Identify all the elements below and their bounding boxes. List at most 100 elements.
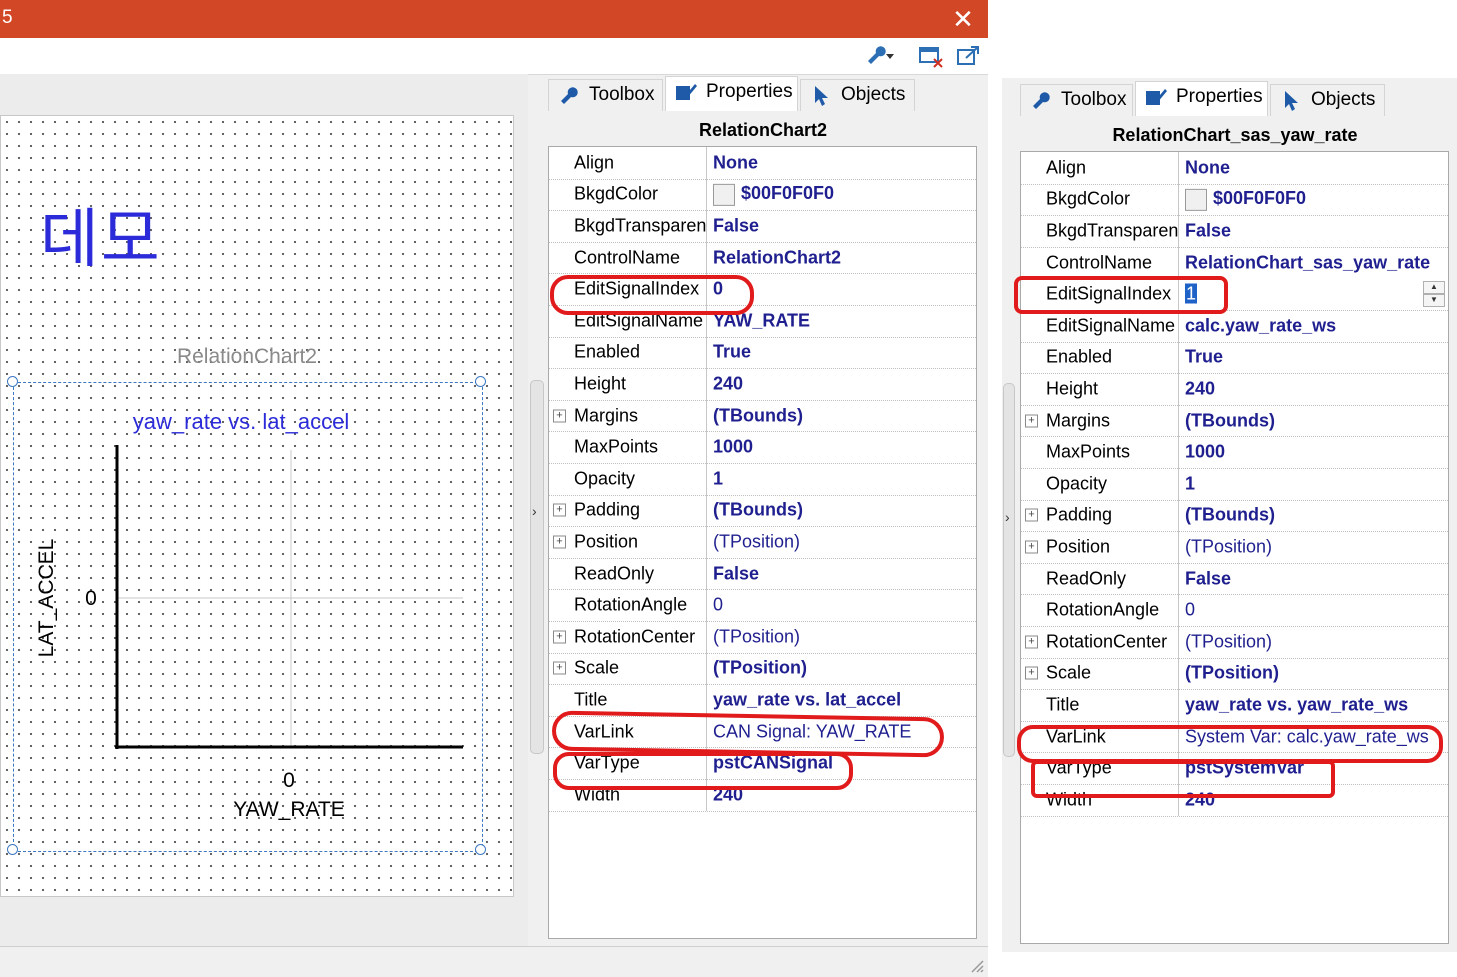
property-row-title[interactable]: Title yaw_rate vs. yaw_rate_ws bbox=[1021, 689, 1448, 722]
property-value-text: True bbox=[713, 341, 752, 362]
property-row-readonly[interactable]: ReadOnly False bbox=[549, 557, 976, 591]
panel-splitter[interactable]: › bbox=[530, 380, 544, 754]
property-row-scale[interactable]: + Scale (TPosition) bbox=[1021, 657, 1448, 691]
expand-icon[interactable]: + bbox=[553, 503, 566, 517]
property-row-editsignalname[interactable]: EditSignalName calc.yaw_rate_ws bbox=[1021, 310, 1448, 343]
property-value[interactable]: 1000 bbox=[707, 431, 976, 463]
property-value[interactable]: 240 bbox=[707, 368, 976, 400]
property-value[interactable]: 240 bbox=[1179, 373, 1448, 405]
property-value[interactable]: (TPosition) bbox=[1179, 626, 1448, 658]
property-value[interactable]: (TBounds) bbox=[707, 400, 976, 432]
expand-icon[interactable]: + bbox=[553, 661, 566, 675]
property-row-margins[interactable]: + Margins (TBounds) bbox=[1021, 404, 1448, 438]
property-value[interactable]: RelationChart_sas_yaw_rate bbox=[1179, 247, 1448, 279]
property-row-rotationcenter[interactable]: + RotationCenter (TPosition) bbox=[549, 621, 976, 654]
tab-properties[interactable]: Properties bbox=[665, 76, 798, 111]
property-value[interactable]: 0 bbox=[1179, 594, 1448, 626]
property-value[interactable]: (TPosition) bbox=[1179, 658, 1448, 690]
tab-label: Objects bbox=[1311, 89, 1376, 110]
property-row-align[interactable]: Align None bbox=[549, 147, 976, 180]
property-row-padding[interactable]: + Padding (TBounds) bbox=[549, 494, 976, 528]
property-row-scale[interactable]: + Scale (TPosition) bbox=[549, 652, 976, 686]
property-value[interactable]: False bbox=[707, 558, 976, 590]
property-value[interactable]: calc.yaw_rate_ws bbox=[1179, 310, 1448, 342]
expand-icon[interactable]: + bbox=[553, 535, 566, 549]
property-row-bkgdtransparent[interactable]: BkgdTransparent False bbox=[1021, 215, 1448, 248]
property-value[interactable]: True bbox=[1179, 342, 1448, 374]
property-value[interactable]: (TBounds) bbox=[707, 495, 976, 527]
property-value[interactable]: (TBounds) bbox=[1179, 405, 1448, 437]
property-row-controlname[interactable]: ControlName RelationChart_sas_yaw_rate bbox=[1021, 246, 1448, 280]
panel-splitter[interactable]: › bbox=[1003, 383, 1015, 757]
property-row-rotationangle[interactable]: RotationAngle 0 bbox=[549, 589, 976, 622]
property-value[interactable]: True bbox=[707, 337, 976, 369]
tab-properties[interactable]: Properties bbox=[1135, 81, 1268, 116]
property-value[interactable]: 0 bbox=[707, 589, 976, 621]
tab-toolbox[interactable]: Toolbox bbox=[548, 79, 663, 111]
expand-icon[interactable]: + bbox=[1025, 508, 1038, 522]
property-row-bkgdtransparent[interactable]: BkgdTransparent False bbox=[549, 210, 976, 243]
property-value[interactable]: $00F0F0F0 bbox=[707, 179, 976, 211]
tab-toolbox[interactable]: Toolbox bbox=[1020, 84, 1133, 116]
property-value-text: 0 bbox=[1185, 599, 1196, 620]
property-value[interactable]: RelationChart2 bbox=[707, 242, 976, 274]
property-row-position[interactable]: + Position (TPosition) bbox=[1021, 531, 1448, 564]
property-row-enabled[interactable]: Enabled True bbox=[1021, 341, 1448, 375]
property-value[interactable]: yaw_rate vs. lat_accel bbox=[707, 684, 976, 716]
property-row-opacity[interactable]: Opacity 1 bbox=[1021, 468, 1448, 501]
property-value[interactable]: (TPosition) bbox=[707, 621, 976, 653]
property-value[interactable]: False bbox=[1179, 215, 1448, 247]
property-value[interactable]: 1000 bbox=[1179, 436, 1448, 468]
close-button[interactable]: ✕ bbox=[946, 5, 980, 33]
property-row-position[interactable]: + Position (TPosition) bbox=[549, 526, 976, 559]
spin-up-button[interactable]: ▲ bbox=[1423, 281, 1445, 295]
property-row-align[interactable]: Align None bbox=[1021, 152, 1448, 185]
property-row-opacity[interactable]: Opacity 1 bbox=[549, 463, 976, 496]
property-value[interactable]: None bbox=[707, 147, 976, 179]
property-value[interactable]: 1 bbox=[1179, 468, 1448, 500]
property-row-height[interactable]: Height 240 bbox=[1021, 373, 1448, 406]
property-name: + Scale bbox=[1021, 657, 1179, 690]
property-row-rotationangle[interactable]: RotationAngle 0 bbox=[1021, 594, 1448, 627]
expand-icon[interactable]: + bbox=[1025, 635, 1038, 649]
close-window-icon[interactable] bbox=[918, 44, 944, 68]
property-row-readonly[interactable]: ReadOnly False bbox=[1021, 562, 1448, 596]
expand-icon[interactable]: + bbox=[1025, 414, 1038, 428]
property-row-margins[interactable]: + Margins (TBounds) bbox=[549, 399, 976, 433]
property-row-padding[interactable]: + Padding (TBounds) bbox=[1021, 499, 1448, 533]
property-row-bkgdcolor[interactable]: BkgdColor $00F0F0F0 bbox=[1021, 183, 1448, 217]
export-icon[interactable] bbox=[956, 44, 982, 68]
expand-icon[interactable]: + bbox=[1025, 666, 1038, 680]
expand-icon[interactable]: + bbox=[553, 630, 566, 644]
color-swatch[interactable] bbox=[713, 183, 735, 206]
wrench-dropdown-icon[interactable] bbox=[864, 44, 894, 68]
tab-objects[interactable]: Objects bbox=[1270, 84, 1385, 116]
property-row-height[interactable]: Height 240 bbox=[549, 368, 976, 401]
tab-objects[interactable]: Objects bbox=[800, 79, 915, 111]
property-name-label: Padding bbox=[574, 499, 641, 520]
property-value[interactable]: (TPosition) bbox=[707, 653, 976, 685]
expand-icon[interactable]: + bbox=[553, 409, 566, 423]
property-value[interactable]: $00F0F0F0 bbox=[1179, 184, 1448, 216]
spin-down-button[interactable]: ▼ bbox=[1423, 294, 1445, 308]
property-value[interactable]: yaw_rate vs. yaw_rate_ws bbox=[1179, 689, 1448, 721]
property-row-enabled[interactable]: Enabled True bbox=[549, 336, 976, 370]
property-value[interactable]: False bbox=[707, 210, 976, 242]
expand-icon[interactable]: + bbox=[1025, 540, 1038, 554]
color-swatch[interactable] bbox=[1185, 188, 1207, 211]
property-value-text: calc.yaw_rate_ws bbox=[1185, 315, 1337, 336]
property-value[interactable]: (TPosition) bbox=[1179, 531, 1448, 563]
property-value[interactable]: 1 bbox=[707, 463, 976, 495]
property-value[interactable]: None bbox=[1179, 152, 1448, 184]
resize-grip-icon[interactable] bbox=[968, 957, 984, 973]
demo-label[interactable]: 데모 bbox=[40, 188, 162, 280]
property-row-maxpoints[interactable]: MaxPoints 1000 bbox=[1021, 436, 1448, 469]
property-value[interactable]: (TBounds) bbox=[1179, 500, 1448, 532]
property-row-maxpoints[interactable]: MaxPoints 1000 bbox=[549, 431, 976, 464]
property-name: BkgdColor bbox=[1021, 183, 1179, 216]
property-row-rotationcenter[interactable]: + RotationCenter (TPosition) bbox=[1021, 626, 1448, 659]
property-row-controlname[interactable]: ControlName RelationChart2 bbox=[549, 241, 976, 275]
property-value[interactable]: (TPosition) bbox=[707, 526, 976, 558]
property-row-bkgdcolor[interactable]: BkgdColor $00F0F0F0 bbox=[549, 178, 976, 212]
property-value[interactable]: False bbox=[1179, 563, 1448, 595]
